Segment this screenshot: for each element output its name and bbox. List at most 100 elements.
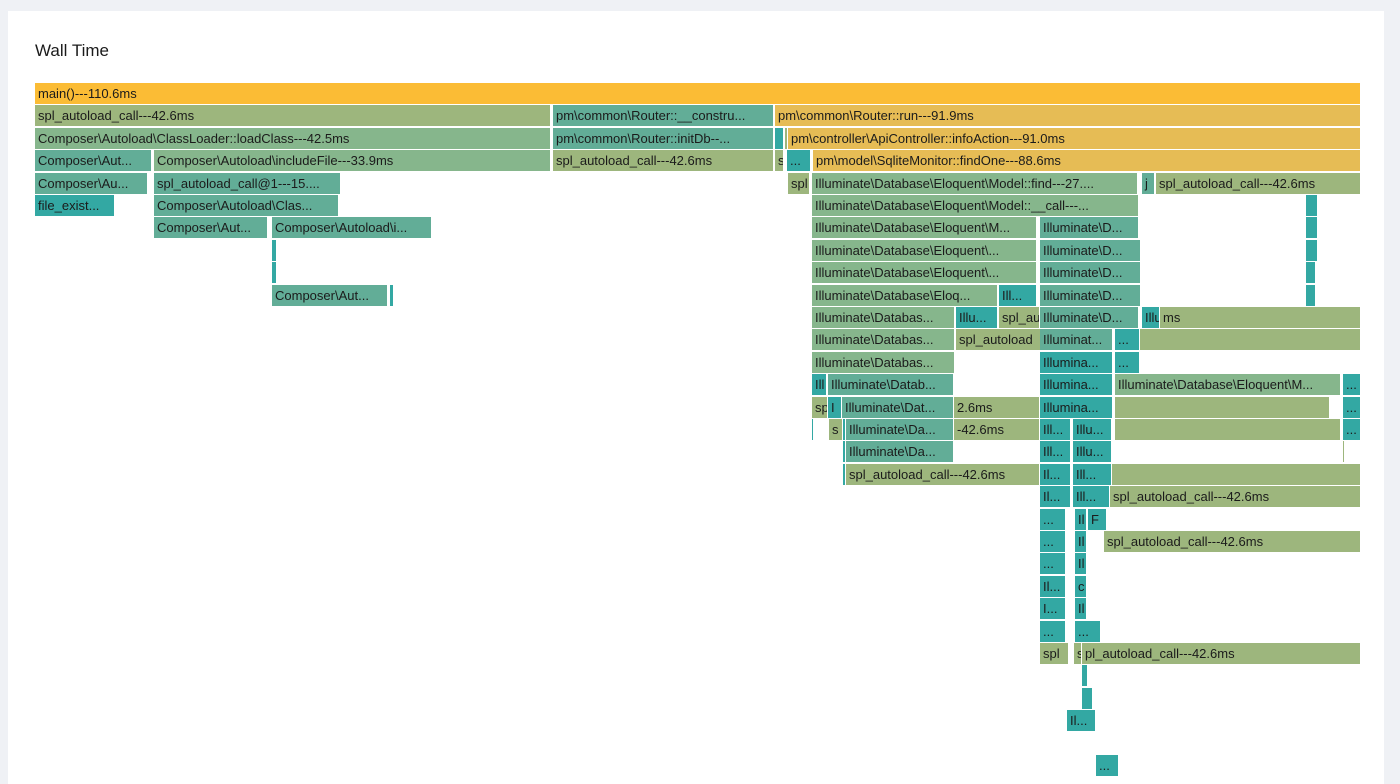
flame-frame[interactable]: Composer\Autoload\i...: [272, 217, 432, 239]
flame-frame[interactable]: [1306, 217, 1318, 239]
flame-frame[interactable]: Il...: [1040, 463, 1071, 485]
flame-frame[interactable]: spl_autoload_call---42.6ms: [846, 463, 1040, 485]
flame-frame[interactable]: Illu...: [1073, 419, 1112, 440]
flame-frame[interactable]: Composer\Aut...: [272, 284, 388, 306]
flame-frame[interactable]: [390, 284, 394, 306]
flame-frame[interactable]: ...: [1096, 755, 1119, 776]
flame-frame[interactable]: [1306, 195, 1318, 216]
flame-frame[interactable]: [1115, 419, 1341, 440]
flame-frame[interactable]: Ill...: [1073, 486, 1110, 508]
flame-frame[interactable]: pm\common\Router::initDb--...: [553, 127, 774, 149]
flame-frame[interactable]: Composer\Autoload\includeFile---33.9ms: [154, 150, 551, 172]
flame-frame[interactable]: Ill...: [1040, 419, 1071, 440]
flame-frame[interactable]: ...: [1040, 620, 1066, 642]
flame-frame[interactable]: [272, 262, 277, 284]
flame-frame[interactable]: Illuminate\Database\Eloquent\M...: [1115, 374, 1341, 396]
flame-frame[interactable]: Composer\Autoload\Clas...: [154, 195, 339, 216]
flame-frame[interactable]: Illuminate\Database\Eloquent\...: [812, 262, 1037, 284]
flame-frame[interactable]: spl_autoload_call---42.6ms: [1156, 172, 1361, 194]
flame-frame[interactable]: Composer\Aut...: [35, 150, 152, 172]
flame-frame[interactable]: j: [1142, 172, 1155, 194]
flame-frame[interactable]: pm\model\SqliteMonitor::findOne---88.6ms: [813, 150, 1361, 172]
flame-frame[interactable]: c: [1075, 575, 1087, 597]
flame-frame[interactable]: [811, 150, 812, 172]
flame-frame[interactable]: Il...: [1040, 486, 1071, 508]
flame-frame[interactable]: ms: [1160, 307, 1361, 328]
flame-frame[interactable]: Il: [1075, 531, 1087, 552]
flame-frame[interactable]: spl_autoload_call---42.6ms: [1110, 486, 1361, 508]
flame-frame[interactable]: Illuminate\D...: [1040, 284, 1141, 306]
flame-frame[interactable]: [1082, 665, 1088, 687]
flame-frame[interactable]: [1319, 195, 1320, 216]
flame-frame[interactable]: Illuminate\Datab...: [828, 374, 954, 396]
flame-frame[interactable]: ...: [1343, 374, 1361, 396]
flame-frame[interactable]: I: [828, 396, 842, 418]
flame-frame[interactable]: Illuminate\Databas...: [812, 329, 955, 351]
flame-frame[interactable]: Illuminate\Da...: [846, 441, 954, 463]
flame-frame[interactable]: Ill...: [1073, 463, 1112, 485]
flame-frame[interactable]: Il: [1075, 508, 1087, 530]
flame-frame[interactable]: spl_autoload_call---42.6ms: [553, 150, 774, 172]
flame-frame[interactable]: Illuminate\Database\Eloquent\M...: [812, 217, 1037, 239]
flame-frame[interactable]: spl: [788, 172, 810, 194]
flame-frame[interactable]: [1082, 687, 1093, 709]
flame-frame[interactable]: [1306, 284, 1316, 306]
flame-frame[interactable]: pm\controller\ApiController::infoAction-…: [788, 127, 1361, 149]
flame-frame[interactable]: file_exist...: [35, 195, 115, 216]
flame-frame[interactable]: s: [1074, 643, 1082, 664]
flame-frame[interactable]: [812, 419, 814, 440]
flame-frame[interactable]: Illuminate\Database\Eloquent\Model::find…: [812, 172, 1138, 194]
flame-frame[interactable]: Illuminate\D...: [1040, 239, 1141, 261]
flame-frame[interactable]: [1306, 262, 1316, 284]
flame-frame[interactable]: ...: [1115, 329, 1140, 351]
flame-frame[interactable]: Illuminate\D...: [1040, 217, 1139, 239]
flame-frame[interactable]: [272, 239, 277, 261]
flame-frame[interactable]: pm\common\Router::run---91.9ms: [775, 105, 1361, 127]
flame-frame[interactable]: [1140, 172, 1141, 194]
flame-frame[interactable]: pm\common\Router::__constru...: [553, 105, 774, 127]
flame-frame[interactable]: Illu...: [1073, 441, 1112, 463]
flame-frame[interactable]: Illuminate\Database\Eloquent\Model::__ca…: [812, 195, 1139, 216]
flame-frame[interactable]: I...: [1040, 598, 1066, 620]
flame-frame[interactable]: spl_autoload_call---42.6ms: [35, 105, 551, 127]
flame-frame[interactable]: Illuminate\Dat...: [842, 396, 954, 418]
flame-frame[interactable]: spl_autoload_call@1---15....: [154, 172, 341, 194]
flame-frame[interactable]: ...: [1075, 620, 1101, 642]
flame-frame[interactable]: ...: [1040, 508, 1066, 530]
flame-frame[interactable]: spl_autoload: [956, 329, 1041, 351]
flame-frame[interactable]: ...: [1343, 419, 1361, 440]
flame-frame[interactable]: Illumina...: [1040, 396, 1113, 418]
flame-frame[interactable]: Ill...: [999, 284, 1037, 306]
flame-frame[interactable]: Il: [1075, 553, 1087, 575]
flame-frame[interactable]: Illu...: [956, 307, 998, 328]
flame-frame[interactable]: Composer\Au...: [35, 172, 148, 194]
flame-frame[interactable]: Il...: [1040, 575, 1066, 597]
flame-frame[interactable]: [1343, 441, 1345, 463]
flame-frame[interactable]: ...: [1343, 396, 1361, 418]
flame-frame[interactable]: spl_autoload_call---42.6ms: [1104, 531, 1361, 552]
flame-frame[interactable]: [1112, 463, 1361, 485]
flame-frame[interactable]: Composer\Aut...: [154, 217, 268, 239]
flame-frame[interactable]: [1115, 396, 1330, 418]
flame-frame[interactable]: Ill: [812, 374, 827, 396]
flame-frame[interactable]: spl: [1040, 643, 1069, 664]
flame-frame[interactable]: Illuminate\Database\Eloq...: [812, 284, 998, 306]
flame-frame[interactable]: Il...: [1067, 710, 1096, 732]
flame-frame[interactable]: Illuminate\Databas...: [812, 307, 955, 328]
flame-frame[interactable]: 2.6ms: [954, 396, 1040, 418]
flame-frame[interactable]: s: [775, 150, 784, 172]
flame-frame[interactable]: ...: [1115, 351, 1140, 373]
flame-frame[interactable]: [1306, 239, 1318, 261]
flame-frame[interactable]: ...: [1040, 553, 1066, 575]
flame-frame[interactable]: pl_autoload_call---42.6ms: [1082, 643, 1361, 664]
flame-frame[interactable]: [775, 127, 784, 149]
flame-frame[interactable]: spl_au: [999, 307, 1040, 328]
flame-frame[interactable]: Illumina...: [1040, 351, 1113, 373]
flame-frame[interactable]: Illuminate\Databas...: [812, 351, 955, 373]
flame-frame[interactable]: Illu: [1142, 307, 1160, 328]
flame-frame[interactable]: Illumina...: [1040, 374, 1113, 396]
flame-frame[interactable]: Ill...: [1040, 441, 1071, 463]
flame-frame[interactable]: [1140, 329, 1361, 351]
flame-frame[interactable]: Composer\Autoload\ClassLoader::loadClass…: [35, 127, 551, 149]
flame-frame[interactable]: Il: [1075, 598, 1087, 620]
